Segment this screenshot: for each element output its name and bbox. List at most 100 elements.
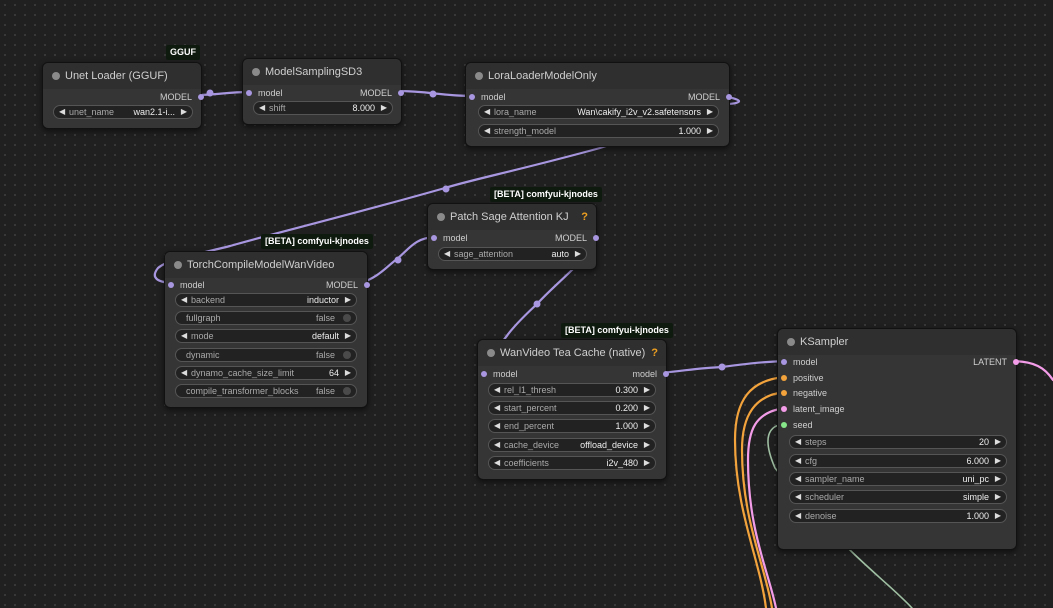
reroute-point[interactable]	[442, 185, 450, 193]
decrement-arrow-icon[interactable]: ◀	[795, 473, 801, 485]
decrement-arrow-icon[interactable]: ◀	[795, 436, 801, 448]
input-slot-negative[interactable]: negative	[781, 387, 827, 399]
widget-lora-name[interactable]: ◀ lora_name Wan\cakify_i2v_v2.safetensor…	[478, 105, 719, 119]
node-unet-loader[interactable]: Unet Loader (GGUF) MODEL ◀ unet_name wan…	[42, 62, 204, 129]
node-title[interactable]: KSampler	[778, 329, 1016, 355]
reroute-point[interactable]	[429, 90, 437, 98]
increment-arrow-icon[interactable]: ▶	[644, 457, 650, 469]
toggle-knob-icon[interactable]	[343, 387, 351, 395]
reroute-point[interactable]	[394, 256, 402, 264]
widget-coefficients[interactable]: ◀ coefficients i2v_480 ▶	[488, 456, 656, 470]
help-icon[interactable]: ?	[651, 340, 658, 366]
decrement-arrow-icon[interactable]: ◀	[795, 510, 801, 522]
decrement-arrow-icon[interactable]: ◀	[494, 457, 500, 469]
widget-cache-device[interactable]: ◀ cache_device offload_device ▶	[488, 438, 656, 452]
input-slot-model[interactable]: model	[246, 87, 283, 99]
decrement-arrow-icon[interactable]: ◀	[494, 439, 500, 451]
increment-arrow-icon[interactable]: ▶	[707, 106, 713, 118]
input-dot-icon[interactable]	[481, 371, 487, 377]
output-slot-model[interactable]: MODEL	[360, 87, 404, 99]
output-slot-model[interactable]: MODEL	[326, 279, 370, 291]
decrement-arrow-icon[interactable]: ◀	[181, 367, 187, 379]
increment-arrow-icon[interactable]: ▶	[575, 248, 581, 260]
increment-arrow-icon[interactable]: ▶	[181, 106, 187, 118]
output-slot-model[interactable]: MODEL	[160, 91, 204, 103]
node-title[interactable]: WanVideo Tea Cache (native) ?	[478, 340, 666, 366]
node-ksampler[interactable]: KSampler LATENT model positive negative …	[777, 328, 1019, 550]
widget-shift[interactable]: ◀ shift 8.000 ▶	[253, 101, 393, 115]
increment-arrow-icon[interactable]: ▶	[345, 330, 351, 342]
help-icon[interactable]: ?	[581, 204, 588, 230]
toggle-knob-icon[interactable]	[343, 314, 351, 322]
input-slot-model[interactable]: model	[168, 279, 205, 291]
output-slot-latent[interactable]: LATENT	[973, 356, 1019, 368]
output-dot-icon[interactable]	[398, 90, 404, 96]
collapse-dot-icon[interactable]	[437, 213, 445, 221]
output-dot-icon[interactable]	[593, 235, 599, 241]
decrement-arrow-icon[interactable]: ◀	[181, 330, 187, 342]
decrement-arrow-icon[interactable]: ◀	[59, 106, 65, 118]
widget-sage-attention[interactable]: ◀ sage_attention auto ▶	[438, 247, 587, 261]
reroute-point[interactable]	[533, 300, 541, 308]
increment-arrow-icon[interactable]: ▶	[707, 125, 713, 137]
output-dot-icon[interactable]	[1013, 359, 1019, 365]
widget-steps[interactable]: ◀ steps 20 ▶	[789, 435, 1007, 449]
increment-arrow-icon[interactable]: ▶	[644, 384, 650, 396]
input-slot-latent-image[interactable]: latent_image	[781, 403, 845, 415]
node-title[interactable]: ModelSamplingSD3	[243, 59, 401, 85]
widget-dynamo-cache-size-limit[interactable]: ◀ dynamo_cache_size_limit 64 ▶	[175, 366, 357, 380]
input-slot-model[interactable]: model	[431, 232, 468, 244]
output-dot-icon[interactable]	[364, 282, 370, 288]
node-title[interactable]: TorchCompileModelWanVideo	[165, 252, 367, 278]
widget-backend[interactable]: ◀ backend inductor ▶	[175, 293, 357, 307]
input-dot-icon[interactable]	[781, 359, 787, 365]
reroute-point[interactable]	[206, 89, 214, 97]
input-slot-positive[interactable]: positive	[781, 372, 824, 384]
input-dot-icon[interactable]	[781, 422, 787, 428]
input-dot-icon[interactable]	[469, 94, 475, 100]
increment-arrow-icon[interactable]: ▶	[644, 402, 650, 414]
toggle-dynamic[interactable]: dynamic false	[175, 348, 357, 362]
decrement-arrow-icon[interactable]: ◀	[795, 455, 801, 467]
widget-start-percent[interactable]: ◀ start_percent 0.200 ▶	[488, 401, 656, 415]
widget-cfg[interactable]: ◀ cfg 6.000 ▶	[789, 454, 1007, 468]
output-dot-icon[interactable]	[663, 371, 669, 377]
decrement-arrow-icon[interactable]: ◀	[181, 294, 187, 306]
input-dot-icon[interactable]	[168, 282, 174, 288]
input-slot-seed[interactable]: seed	[781, 419, 813, 431]
node-patch-sage-attention[interactable]: Patch Sage Attention KJ ? model MODEL ◀ …	[427, 203, 599, 270]
collapse-dot-icon[interactable]	[787, 338, 795, 346]
node-tea-cache[interactable]: WanVideo Tea Cache (native) ? model mode…	[477, 339, 669, 480]
widget-denoise[interactable]: ◀ denoise 1.000 ▶	[789, 509, 1007, 523]
widget-rel-l1-thresh[interactable]: ◀ rel_l1_thresh 0.300 ▶	[488, 383, 656, 397]
input-slot-model[interactable]: model	[469, 91, 506, 103]
toggle-knob-icon[interactable]	[343, 351, 351, 359]
reroute-point[interactable]	[718, 363, 726, 371]
decrement-arrow-icon[interactable]: ◀	[494, 384, 500, 396]
widget-scheduler[interactable]: ◀ scheduler simple ▶	[789, 490, 1007, 504]
input-slot-model[interactable]: model	[781, 356, 818, 368]
widget-strength-model[interactable]: ◀ strength_model 1.000 ▶	[478, 124, 719, 138]
decrement-arrow-icon[interactable]: ◀	[259, 102, 265, 114]
increment-arrow-icon[interactable]: ▶	[644, 420, 650, 432]
output-slot-model[interactable]: MODEL	[555, 232, 599, 244]
output-slot-model[interactable]: model	[632, 368, 669, 380]
decrement-arrow-icon[interactable]: ◀	[484, 106, 490, 118]
widget-unet-name[interactable]: ◀ unet_name wan2.1-i... ▶	[53, 105, 193, 119]
toggle-fullgraph[interactable]: fullgraph false	[175, 311, 357, 325]
output-dot-icon[interactable]	[726, 94, 732, 100]
input-dot-icon[interactable]	[781, 390, 787, 396]
input-dot-icon[interactable]	[431, 235, 437, 241]
node-model-sampling-sd3[interactable]: ModelSamplingSD3 model MODEL ◀ shift 8.0…	[242, 58, 404, 125]
increment-arrow-icon[interactable]: ▶	[995, 491, 1001, 503]
collapse-dot-icon[interactable]	[475, 72, 483, 80]
collapse-dot-icon[interactable]	[252, 68, 260, 76]
node-title[interactable]: Patch Sage Attention KJ ?	[428, 204, 596, 230]
collapse-dot-icon[interactable]	[487, 349, 495, 357]
node-title[interactable]: Unet Loader (GGUF)	[43, 63, 201, 89]
node-lora-loader[interactable]: LoraLoaderModelOnly model MODEL ◀ lora_n…	[465, 62, 732, 147]
increment-arrow-icon[interactable]: ▶	[995, 510, 1001, 522]
decrement-arrow-icon[interactable]: ◀	[494, 420, 500, 432]
increment-arrow-icon[interactable]: ▶	[995, 473, 1001, 485]
decrement-arrow-icon[interactable]: ◀	[494, 402, 500, 414]
